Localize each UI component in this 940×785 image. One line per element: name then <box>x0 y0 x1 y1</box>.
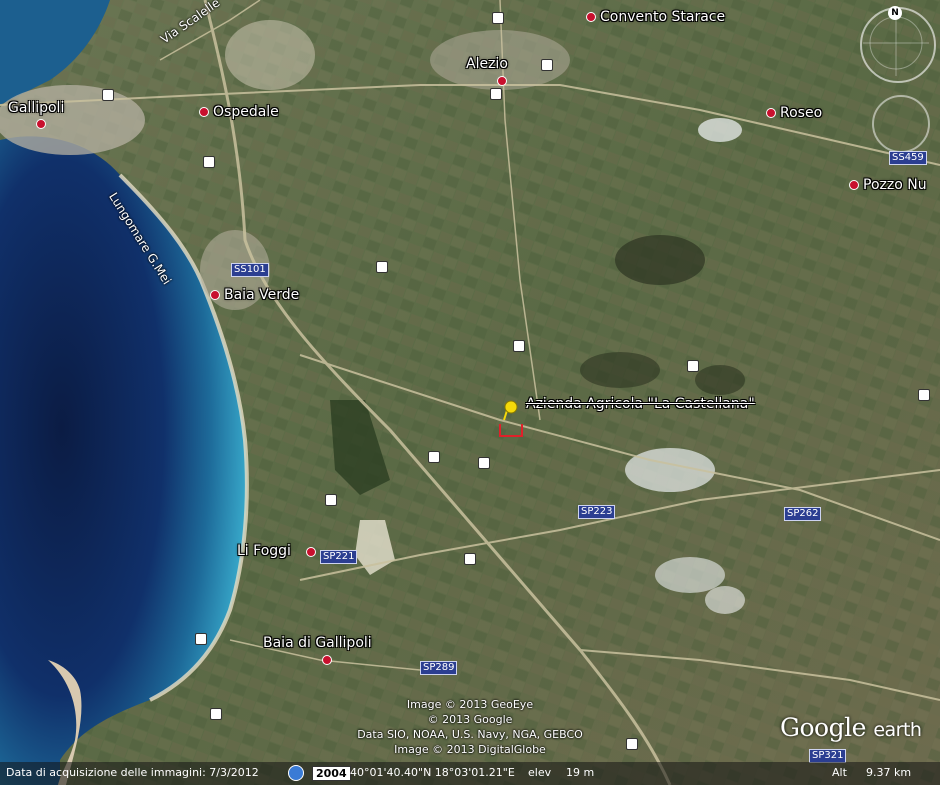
map-view[interactable]: N Convento Starace Alezio Gallipoli Ospe… <box>0 0 940 785</box>
elevation-value: 19 m <box>566 766 595 779</box>
road-badge: SS101 <box>231 263 269 277</box>
road-badge: SP321 <box>809 749 847 763</box>
place-label[interactable]: Convento Starace <box>586 9 725 25</box>
poi-icon[interactable] <box>376 261 388 273</box>
hotel-icon[interactable] <box>325 494 337 506</box>
hotel-icon[interactable] <box>687 360 699 372</box>
place-label[interactable]: Ospedale <box>199 104 279 120</box>
road-badge: SP262 <box>784 507 822 521</box>
hotel-icon[interactable] <box>428 451 440 463</box>
hotel-icon[interactable] <box>464 553 476 565</box>
road-badge: SP289 <box>420 661 458 675</box>
place-dot-icon <box>849 180 859 190</box>
coordinates-readout: 40°01'40.40"N 18°03'01.21"E <box>350 766 515 779</box>
altitude-value: 9.37 km <box>866 766 912 779</box>
place-label[interactable]: Li Foggi <box>237 543 291 559</box>
place-dot-icon <box>497 76 507 86</box>
place-label[interactable]: Gallipoli <box>8 100 64 116</box>
museum-icon[interactable] <box>541 59 553 71</box>
place-label[interactable]: Pozzo Nu <box>849 177 927 193</box>
road-badge: SP223 <box>578 505 616 519</box>
place-dot-icon <box>586 12 596 22</box>
north-indicator[interactable]: N <box>888 6 902 20</box>
hospital-icon[interactable] <box>102 89 114 101</box>
road-badge: SP221 <box>320 550 358 564</box>
historical-imagery-clock-icon[interactable] <box>288 765 304 781</box>
place-dot-icon <box>766 108 776 118</box>
place-dot-icon <box>36 119 46 129</box>
campsite-icon[interactable] <box>195 633 207 645</box>
place-dot-icon <box>306 547 316 557</box>
imagery-year[interactable]: 2004 <box>312 766 351 781</box>
place-dot-icon <box>199 107 209 117</box>
altitude-label: Alt <box>832 766 847 779</box>
museum-icon[interactable] <box>203 156 215 168</box>
poi-icon[interactable] <box>478 457 490 469</box>
place-label[interactable]: Alezio <box>466 56 508 72</box>
park-icon[interactable] <box>210 708 222 720</box>
placemark-label[interactable]: Azienda Agricola "La Castellana" <box>526 396 755 412</box>
place-dot-icon <box>210 290 220 300</box>
place-label[interactable]: Baia di Gallipoli <box>263 635 372 651</box>
google-earth-logo: Google earth <box>780 713 922 742</box>
status-bar: Data di acquisizione delle immagini: 7/3… <box>0 762 940 785</box>
elevation-label: elev <box>528 766 552 779</box>
hotel-icon[interactable] <box>918 389 930 401</box>
road-badge: SS459 <box>889 151 927 165</box>
poi-icon[interactable] <box>492 12 504 24</box>
place-dot-icon <box>322 655 332 665</box>
navigation-ring[interactable] <box>872 95 930 153</box>
acquisition-date: Data di acquisizione delle immagini: 7/3… <box>6 766 259 779</box>
imagery-credits: Image © 2013 GeoEye © 2013 Google Data S… <box>357 698 583 756</box>
hotel-icon[interactable] <box>513 340 525 352</box>
poi-icon[interactable] <box>490 88 502 100</box>
place-label[interactable]: Baia Verde <box>210 287 299 303</box>
poi-icon[interactable] <box>626 738 638 750</box>
place-label[interactable]: Roseo <box>766 105 822 121</box>
